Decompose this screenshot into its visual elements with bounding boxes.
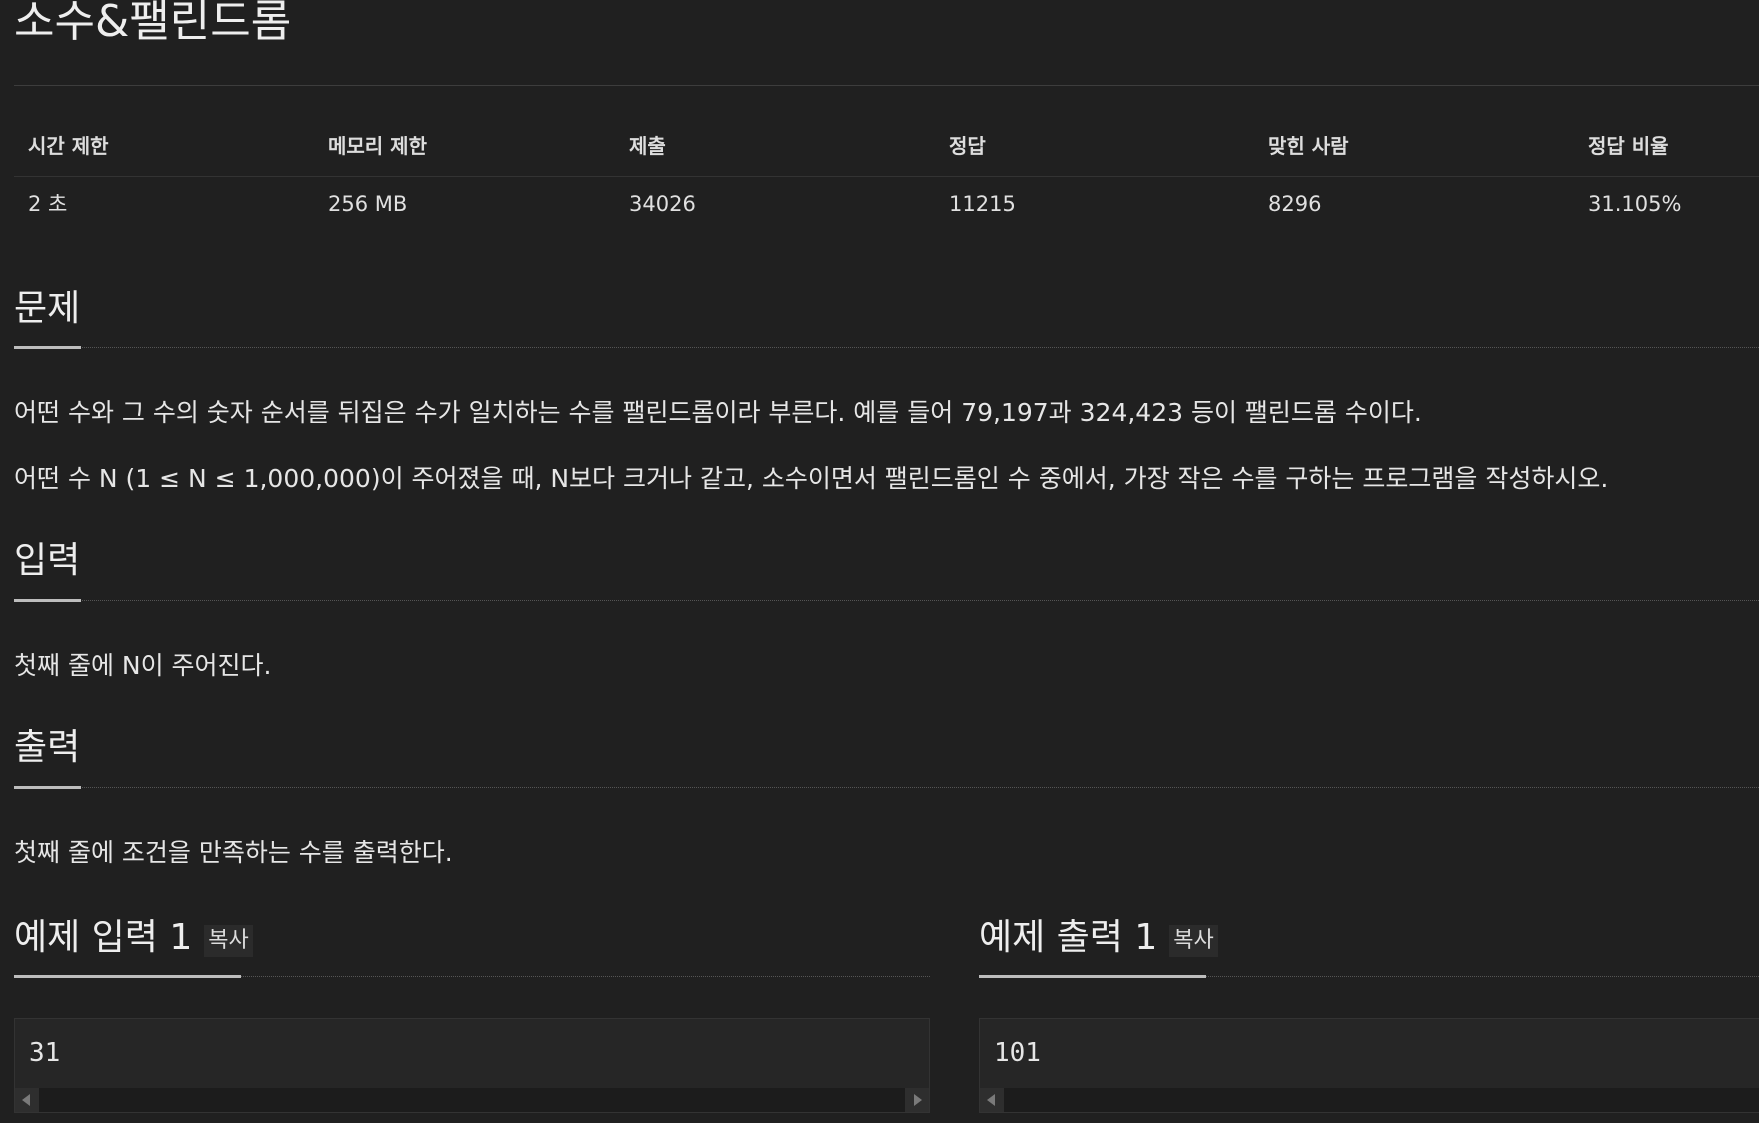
value-time-limit: 2 초 <box>28 192 68 216</box>
header-time-limit: 시간 제한 <box>28 134 109 158</box>
sample-output-scrollbar[interactable] <box>980 1088 1759 1112</box>
header-accept-ratio: 정답 비율 <box>1588 134 1669 158</box>
info-table-header: 시간 제한 메모리 제한 제출 정답 맞힌 사람 정답 비율 <box>14 126 1759 166</box>
section-problem-heading: 문제 <box>14 288 81 329</box>
sample-output-underline <box>979 975 1206 978</box>
section-input-rule <box>14 600 1759 601</box>
sample-input-box[interactable]: 31 <box>14 1018 930 1113</box>
value-accepted[interactable]: 11215 <box>949 184 1016 224</box>
info-table-divider <box>14 176 1759 177</box>
value-accept-ratio: 31.105% <box>1588 192 1682 216</box>
sample-input-heading: 예제 입력 1 복사 <box>14 914 253 962</box>
copy-sample-output-button[interactable]: 복사 <box>1169 925 1218 957</box>
problem-paragraph-1: 어떤 수와 그 수의 숫자 순서를 뒤집은 수가 일치하는 수를 팰린드롬이라 … <box>14 398 1422 427</box>
sample-output-heading: 예제 출력 1 복사 <box>979 914 1218 962</box>
header-memory-limit: 메모리 제한 <box>328 134 427 158</box>
section-output-underline <box>14 786 81 789</box>
sample-input-scrollbar[interactable] <box>15 1088 929 1112</box>
sample-input-underline <box>14 975 241 978</box>
copy-sample-input-button[interactable]: 복사 <box>204 925 253 957</box>
sample-input-value[interactable]: 31 <box>29 1035 60 1071</box>
output-paragraph: 첫째 줄에 조건을 만족하는 수를 출력한다. <box>14 838 453 867</box>
section-output-heading: 출력 <box>14 727 81 768</box>
sample-output-title: 예제 출력 1 <box>979 917 1158 958</box>
input-paragraph: 첫째 줄에 N이 주어진다. <box>14 651 272 680</box>
problem-page: 소수&팰린드롬 시간 제한 메모리 제한 제출 정답 맞힌 사람 정답 비율 2… <box>0 0 1759 1123</box>
problem-title: 소수&팰린드롬 <box>14 0 292 47</box>
header-accepted: 정답 <box>949 134 986 158</box>
section-input-underline <box>14 599 81 602</box>
header-solved-users: 맞힌 사람 <box>1268 134 1349 158</box>
sample-input-title: 예제 입력 1 <box>14 917 193 958</box>
problem-paragraph-2: 어떤 수 N (1 ≤ N ≤ 1,000,000)이 주어졌을 때, N보다 … <box>14 464 1609 493</box>
title-divider <box>14 85 1759 86</box>
scroll-right-arrow-icon[interactable] <box>905 1088 929 1112</box>
section-output-rule <box>14 787 1759 788</box>
info-table-row: 2 초 256 MB 34026 11215 8296 31.105% <box>14 184 1759 224</box>
section-problem-underline <box>14 346 81 349</box>
sample-output-box[interactable]: 101 <box>979 1018 1759 1113</box>
scroll-left-arrow-icon[interactable] <box>15 1088 39 1112</box>
section-problem-rule <box>14 347 1759 348</box>
sample-output-value[interactable]: 101 <box>994 1035 1041 1071</box>
header-submissions: 제출 <box>629 134 666 158</box>
section-input-heading: 입력 <box>14 540 81 581</box>
scroll-left-arrow-icon[interactable] <box>980 1088 1004 1112</box>
value-solved-users[interactable]: 8296 <box>1268 184 1321 224</box>
value-submissions[interactable]: 34026 <box>629 184 696 224</box>
value-memory-limit: 256 MB <box>328 192 408 216</box>
